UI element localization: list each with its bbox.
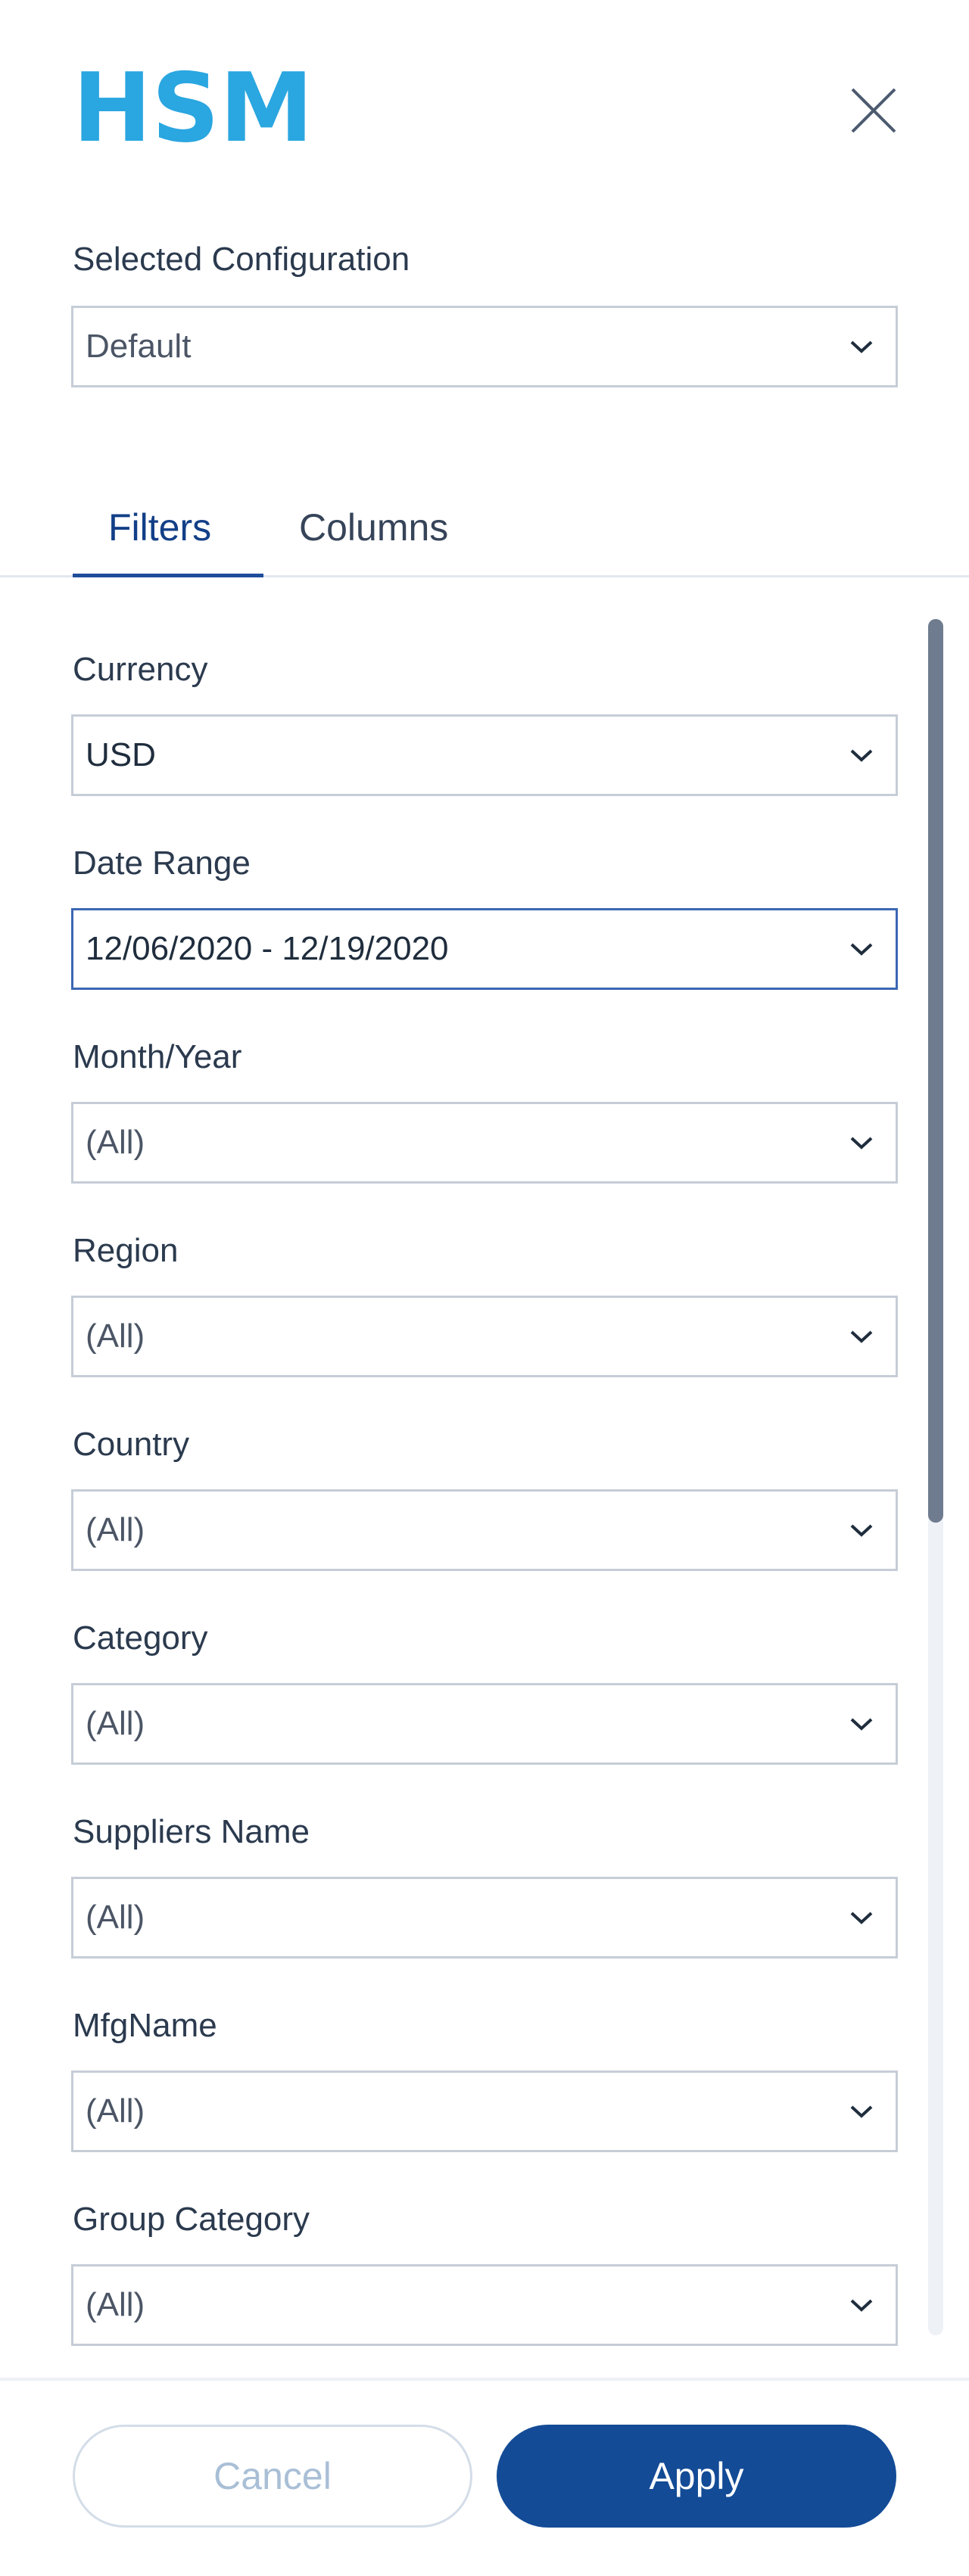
region-select[interactable]: (All)	[71, 1296, 898, 1377]
chevron-down-icon	[850, 749, 873, 762]
hsm-logo: HSM	[73, 70, 315, 145]
apply-button[interactable]: Apply	[497, 2425, 896, 2528]
chevron-down-icon	[850, 1524, 873, 1537]
currency-select-value: USD	[86, 736, 156, 773]
chevron-down-icon	[850, 1718, 873, 1731]
svg-text:HSM: HSM	[73, 70, 313, 145]
chevron-down-icon	[850, 1912, 873, 1924]
configuration-select-value: Default	[86, 328, 192, 365]
active-tab-indicator	[73, 574, 263, 577]
close-button[interactable]	[846, 83, 901, 138]
date-range-label: Date Range	[73, 845, 251, 882]
scrollbar-thumb[interactable]	[928, 619, 943, 1523]
group-category-label: Group Category	[73, 2201, 310, 2238]
category-select-value: (All)	[86, 1705, 145, 1742]
month-year-select-value: (All)	[86, 1124, 145, 1161]
month-year-select[interactable]: (All)	[71, 1102, 898, 1184]
close-icon	[851, 88, 896, 133]
selected-configuration-label: Selected Configuration	[73, 241, 410, 278]
suppliers-name-select-value: (All)	[86, 1899, 145, 1936]
chevron-down-icon	[850, 943, 873, 956]
currency-select[interactable]: USD	[71, 714, 898, 796]
country-label: Country	[73, 1426, 190, 1463]
group-category-select[interactable]: (All)	[71, 2264, 898, 2346]
chevron-down-icon	[850, 1330, 873, 1343]
mfgname-select[interactable]: (All)	[71, 2070, 898, 2152]
chevron-down-icon	[850, 2105, 873, 2118]
hsm-logo-mark: HSM	[73, 70, 313, 145]
group-category-select-value: (All)	[86, 2286, 145, 2323]
chevron-down-icon	[850, 341, 873, 353]
tab-filters[interactable]: Filters	[108, 506, 211, 549]
footer-divider	[0, 2378, 969, 2381]
mfgname-select-value: (All)	[86, 2092, 145, 2130]
category-select[interactable]: (All)	[71, 1683, 898, 1765]
chevron-down-icon	[850, 2299, 873, 2312]
tab-columns[interactable]: Columns	[299, 506, 448, 549]
country-select-value: (All)	[86, 1511, 145, 1548]
region-label: Region	[73, 1232, 179, 1269]
date-range-select-value: 12/06/2020 - 12/19/2020	[86, 930, 449, 967]
suppliers-name-label: Suppliers Name	[73, 1813, 310, 1850]
currency-label: Currency	[73, 651, 208, 688]
chevron-down-icon	[850, 1137, 873, 1150]
configuration-select[interactable]: Default	[71, 306, 898, 387]
month-year-label: Month/Year	[73, 1038, 242, 1075]
suppliers-name-select[interactable]: (All)	[71, 1877, 898, 1958]
country-select[interactable]: (All)	[71, 1489, 898, 1571]
mfgname-label: MfgName	[73, 2007, 217, 2044]
region-select-value: (All)	[86, 1318, 145, 1355]
date-range-select[interactable]: 12/06/2020 - 12/19/2020	[71, 908, 898, 990]
category-label: Category	[73, 1619, 208, 1657]
cancel-button[interactable]: Cancel	[73, 2425, 472, 2528]
